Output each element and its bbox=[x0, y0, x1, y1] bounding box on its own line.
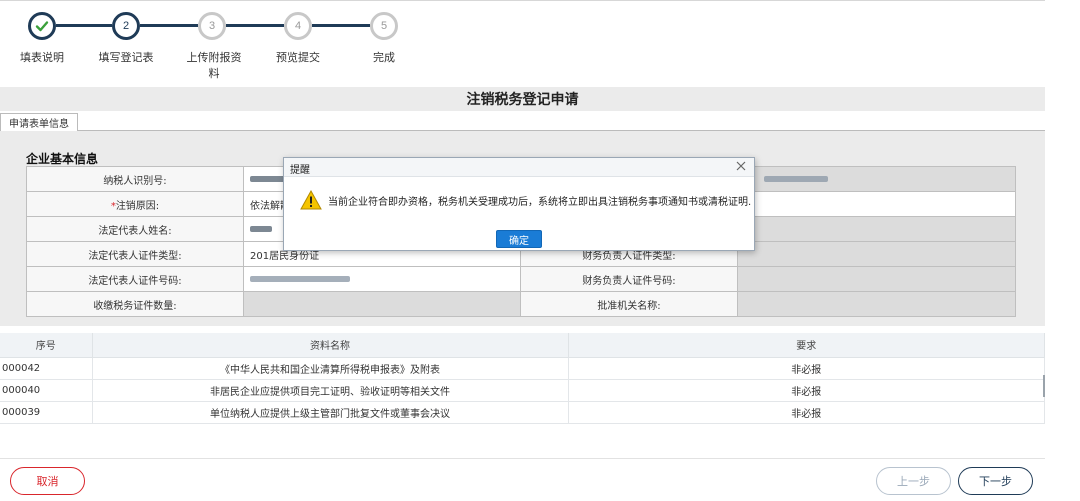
table-row[interactable]: 000042 《中华人民共和国企业清算所得税申报表》及附表 非必报 bbox=[0, 357, 1045, 380]
step-4-number[interactable]: 4 bbox=[284, 12, 312, 40]
row1-right-value bbox=[737, 166, 1016, 192]
tax-cert-count-value bbox=[243, 291, 521, 317]
row-requirement: 非必报 bbox=[568, 357, 1045, 380]
scrollbar-thumb[interactable] bbox=[1043, 375, 1045, 397]
dialog-title: 提醒 bbox=[290, 165, 310, 176]
step-3-label: 上传附报资料 bbox=[186, 51, 242, 80]
cancel-reason-label: *注销原因: bbox=[26, 191, 244, 217]
row-name: 《中华人民共和国企业清算所得税申报表》及附表 bbox=[92, 357, 569, 380]
legal-rep-id-number-label: 法定代表人证件号码: bbox=[26, 266, 244, 292]
legal-rep-name-label: 法定代表人姓名: bbox=[26, 216, 244, 242]
reminder-dialog: 提醒 当前企业符合即办资格，税务机关受理成功后，系统将立即出具注销税务事项通知书… bbox=[283, 157, 755, 251]
taxpayer-id-label: 纳税人识别号: bbox=[26, 166, 244, 192]
step-2-label: 填写登记表 bbox=[98, 51, 154, 64]
step-connector-2 bbox=[140, 24, 198, 27]
section-title: 企业基本信息 bbox=[26, 152, 99, 166]
tab-strip: 申请表单信息 bbox=[0, 111, 1045, 132]
close-icon[interactable] bbox=[736, 161, 746, 171]
warning-icon bbox=[300, 190, 322, 210]
step-1-label: 填表说明 bbox=[20, 51, 64, 64]
masked-value bbox=[250, 275, 350, 282]
step-5-label: 完成 bbox=[373, 51, 395, 64]
step-3-number[interactable]: 3 bbox=[198, 12, 226, 40]
dialog-message: 当前企业符合即办资格，税务机关受理成功后，系统将立即出具注销税务事项通知书或清税… bbox=[328, 196, 752, 208]
row-name: 非居民企业应提供项目完工证明、验收证明等相关文件 bbox=[92, 379, 569, 402]
footer-divider bbox=[0, 458, 1045, 459]
attachment-list-table: 序号 资料名称 要求 000042 《中华人民共和国企业清算所得税申报表》及附表… bbox=[0, 333, 1045, 424]
table-row[interactable]: 000039 单位纳税人应提供上级主管部门批复文件或董事会决议 非必报 bbox=[0, 401, 1045, 424]
legal-rep-id-type-label: 法定代表人证件类型: bbox=[26, 241, 244, 267]
row-no: 000040 bbox=[0, 379, 93, 402]
previous-step-button[interactable]: 上一步 bbox=[876, 467, 951, 495]
tax-cert-count-label: 收缴税务证件数量: bbox=[26, 291, 244, 317]
header-no: 序号 bbox=[0, 333, 93, 358]
cancel-reason-label-text: 注销原因: bbox=[115, 200, 160, 212]
page-title: 注销税务登记申请 bbox=[0, 87, 1045, 111]
tab-application-form[interactable]: 申请表单信息 bbox=[0, 113, 78, 132]
row-requirement: 非必报 bbox=[568, 401, 1045, 424]
form-row: 收缴税务证件数量: 批准机关名称: bbox=[26, 291, 1016, 317]
row-name: 单位纳税人应提供上级主管部门批复文件或董事会决议 bbox=[92, 401, 569, 424]
finance-id-number-label: 财务负责人证件号码: bbox=[520, 266, 738, 292]
approval-authority-label: 批准机关名称: bbox=[520, 291, 738, 317]
next-step-button[interactable]: 下一步 bbox=[958, 467, 1033, 495]
confirm-button[interactable]: 确定 bbox=[496, 230, 542, 248]
masked-value bbox=[764, 175, 828, 182]
header-requirement: 要求 bbox=[568, 333, 1045, 358]
row2-right-value bbox=[737, 191, 1016, 217]
cancel-button[interactable]: 取消 bbox=[10, 467, 85, 495]
dialog-header: 提醒 bbox=[284, 158, 754, 177]
header-name: 资料名称 bbox=[92, 333, 569, 358]
row-no: 000039 bbox=[0, 401, 93, 424]
finance-id-number-value bbox=[737, 266, 1016, 292]
form-row: 法定代表人证件号码: 财务负责人证件号码: bbox=[26, 266, 1016, 292]
step-connector-1 bbox=[56, 24, 112, 27]
legal-rep-id-number-value bbox=[243, 266, 521, 292]
table-header-row: 序号 资料名称 要求 bbox=[0, 333, 1045, 358]
masked-value bbox=[250, 225, 272, 232]
step-4-label: 预览提交 bbox=[276, 51, 320, 64]
row-no: 000042 bbox=[0, 357, 93, 380]
dialog-body: 当前企业符合即办资格，税务机关受理成功后，系统将立即出具注销税务事项通知书或清税… bbox=[300, 190, 751, 210]
step-connector-4 bbox=[312, 24, 370, 27]
step-1-check-icon[interactable] bbox=[28, 12, 56, 40]
step-connector-3 bbox=[226, 24, 284, 27]
progress-stepper: 2 3 4 5 填表说明 填写登记表 上传附报资料 预览提交 完成 bbox=[0, 0, 420, 96]
row-requirement: 非必报 bbox=[568, 379, 1045, 402]
row3-right-value bbox=[737, 216, 1016, 242]
step-5-number[interactable]: 5 bbox=[370, 12, 398, 40]
approval-authority-value bbox=[737, 291, 1016, 317]
finance-id-type-value bbox=[737, 241, 1016, 267]
step-2-number[interactable]: 2 bbox=[112, 12, 140, 40]
table-row[interactable]: 000040 非居民企业应提供项目完工证明、验收证明等相关文件 非必报 bbox=[0, 379, 1045, 402]
